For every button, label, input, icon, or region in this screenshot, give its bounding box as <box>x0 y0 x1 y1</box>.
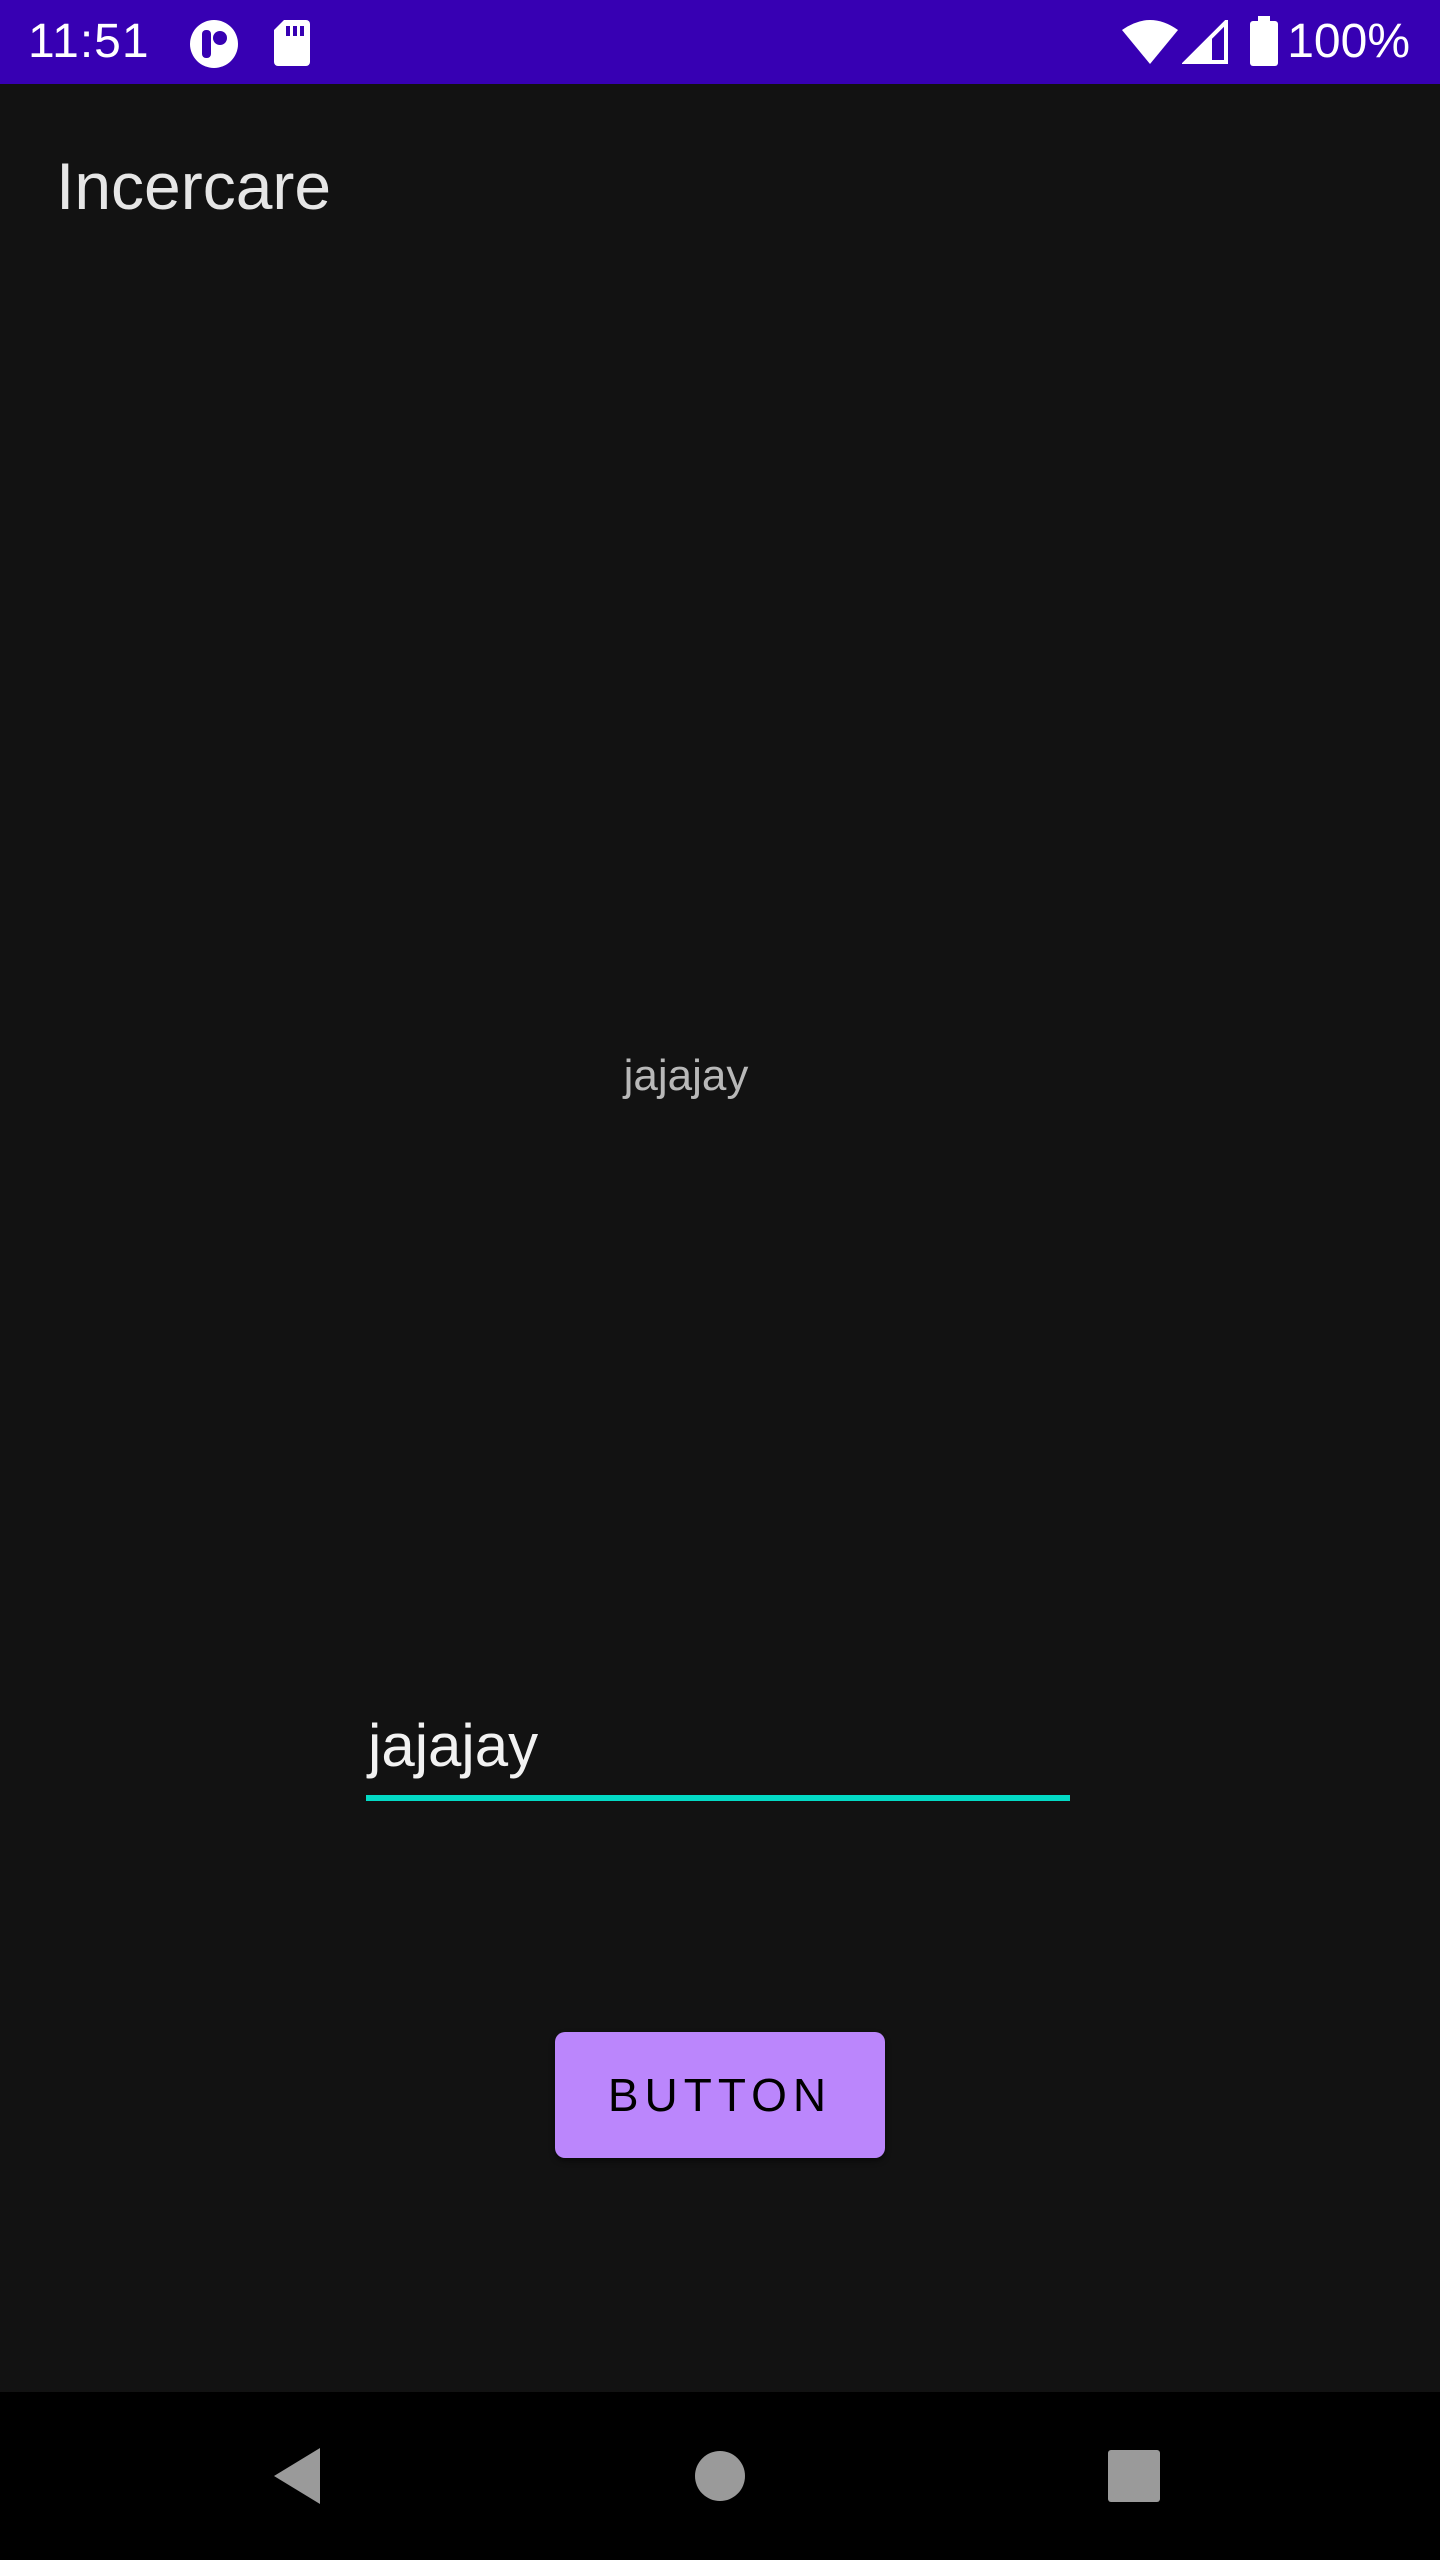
battery-icon <box>1250 16 1278 71</box>
wifi-icon <box>1122 20 1178 69</box>
text-input-field[interactable]: jajajay <box>366 1700 1070 1804</box>
sd-card-icon <box>272 18 312 71</box>
navigation-bar <box>0 2392 1440 2560</box>
home-icon <box>695 2451 745 2501</box>
battery-percentage: 100% <box>1287 15 1410 68</box>
back-icon <box>274 2448 320 2504</box>
app-notification-icon <box>188 18 240 75</box>
status-bar: 11:51 100% <box>0 0 1440 84</box>
app-screen: 11:51 100% Incercare jajajay jajajay BUT… <box>0 0 1440 2560</box>
recents-button[interactable] <box>1074 2392 1194 2560</box>
text-input-value[interactable]: jajajay <box>368 1708 538 1784</box>
display-text: jajajay <box>623 1051 749 1100</box>
main-button[interactable]: BUTTON <box>555 2032 885 2158</box>
status-time: 11:51 <box>28 15 150 68</box>
cellular-signal-icon <box>1181 17 1228 69</box>
input-underline <box>366 1795 1070 1801</box>
home-button[interactable] <box>660 2392 780 2560</box>
back-button[interactable] <box>240 2392 360 2560</box>
recents-icon <box>1108 2450 1160 2502</box>
page-title: Incercare <box>56 149 332 223</box>
